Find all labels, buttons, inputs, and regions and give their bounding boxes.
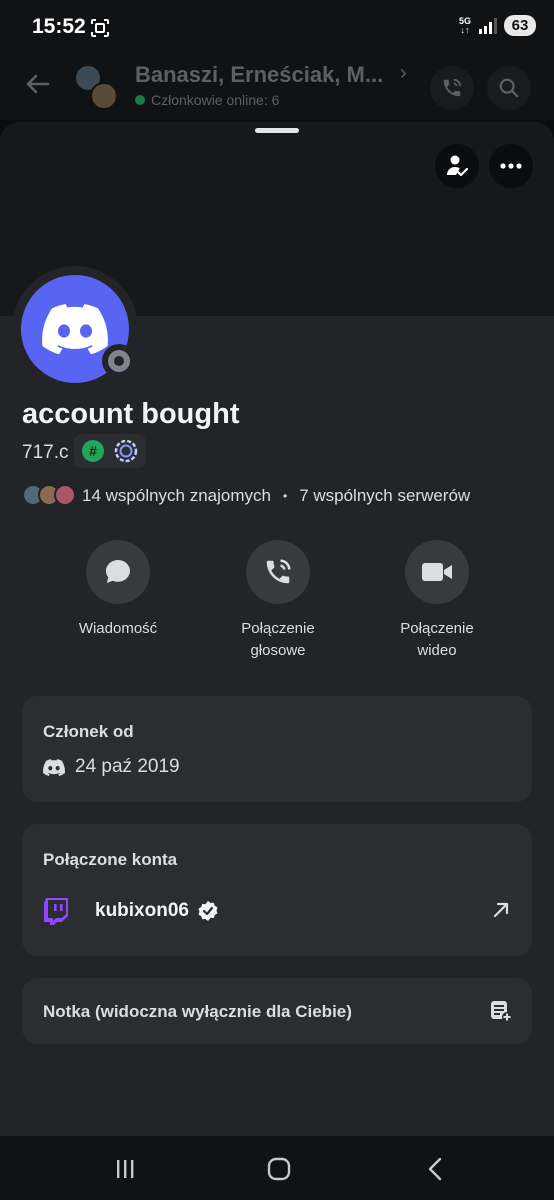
profile-sheet: account bought 717.c # 14 wspólnych znaj… bbox=[0, 122, 554, 1136]
back-button[interactable] bbox=[420, 1154, 450, 1184]
display-name: account bought bbox=[22, 398, 240, 430]
phone-icon bbox=[266, 559, 291, 584]
battery-indicator: 63 bbox=[504, 15, 536, 36]
note-card[interactable]: Notka (widoczna wyłącznie dla Ciebie) bbox=[22, 978, 532, 1044]
recent-apps-icon bbox=[117, 1160, 134, 1178]
add-friend-button[interactable] bbox=[435, 144, 479, 188]
online-dot bbox=[135, 95, 145, 105]
add-note-icon[interactable] bbox=[490, 1000, 512, 1022]
status-bar: 15:52 5G ↓↑ 63 bbox=[0, 0, 554, 58]
connected-accounts-card: Połączone konta kubixon06 bbox=[22, 824, 532, 956]
username[interactable]: 717.c bbox=[22, 442, 68, 464]
back-icon bbox=[428, 1157, 442, 1181]
message-button-label: Wiadomość bbox=[78, 620, 158, 637]
avatar bbox=[90, 82, 118, 110]
video-call-button[interactable]: Połączenie wideo bbox=[367, 540, 507, 662]
home-icon bbox=[267, 1157, 291, 1181]
video-call-label: Połączenie wideo bbox=[400, 620, 474, 659]
separator: • bbox=[282, 489, 288, 503]
member-since-title: Członek od bbox=[43, 722, 134, 741]
video-camera-icon bbox=[422, 563, 452, 581]
voice-call-circle[interactable] bbox=[246, 540, 310, 604]
voice-call-button[interactable] bbox=[430, 66, 474, 110]
chat-header: Banaszi, Erneściak, M... › Członkowie on… bbox=[0, 58, 554, 120]
discord-logo-icon bbox=[43, 758, 65, 776]
system-nav-bar bbox=[0, 1136, 554, 1200]
voice-call-action-button[interactable]: Połączenie głosowe bbox=[208, 540, 348, 662]
video-call-circle[interactable] bbox=[405, 540, 469, 604]
connected-account-name: kubixon06 bbox=[95, 900, 189, 921]
connected-accounts-title: Połączone konta bbox=[43, 850, 178, 869]
member-since-card: Członek od 24 paź 2019 bbox=[22, 696, 532, 802]
add-friend-icon bbox=[447, 155, 469, 177]
chat-title[interactable]: Banaszi, Erneściak, M... bbox=[135, 62, 393, 88]
mutual-friends[interactable]: 14 wspólnych znajomych bbox=[82, 486, 271, 506]
group-avatars[interactable] bbox=[74, 64, 124, 112]
offline-status-icon bbox=[108, 350, 130, 372]
verified-icon bbox=[198, 901, 218, 921]
signal-icon bbox=[479, 17, 497, 34]
message-button-circle[interactable] bbox=[86, 540, 150, 604]
chat-bubble-icon bbox=[106, 560, 130, 583]
status-indicator bbox=[102, 344, 136, 378]
phone-call-icon bbox=[443, 78, 462, 97]
home-button[interactable] bbox=[264, 1154, 294, 1184]
external-link-icon[interactable] bbox=[491, 900, 511, 920]
screenshot-icon bbox=[91, 19, 109, 37]
mutual-avatars bbox=[22, 484, 78, 508]
twitch-icon bbox=[44, 898, 68, 925]
discord-logo-icon bbox=[42, 304, 108, 354]
online-members-text: Członkowie online: 6 bbox=[151, 92, 280, 108]
back-arrow-icon[interactable] bbox=[24, 70, 52, 98]
chevron-right-icon: › bbox=[400, 62, 407, 84]
mutual-servers[interactable]: 7 wspólnych serwerów bbox=[299, 486, 470, 506]
member-since-date: 24 paź 2019 bbox=[75, 756, 180, 777]
voice-call-label: Połączenie głosowe bbox=[241, 620, 315, 659]
hashtag-badge[interactable]: # bbox=[82, 440, 104, 462]
avatar bbox=[54, 484, 76, 506]
network-type: 5G ↓↑ bbox=[458, 15, 471, 35]
note-label[interactable]: Notka (widoczna wyłącznie dla Ciebie) bbox=[43, 1002, 352, 1022]
connected-account-row[interactable]: kubixon06 bbox=[43, 896, 511, 926]
more-icon bbox=[500, 163, 522, 169]
status-time: 15:52 bbox=[32, 15, 86, 38]
online-members: Członkowie online: 6 bbox=[135, 92, 279, 108]
nitro-badge[interactable] bbox=[114, 439, 138, 463]
search-button[interactable] bbox=[487, 66, 531, 110]
sheet-grabber[interactable] bbox=[255, 128, 299, 133]
mutual-info[interactable]: 14 wspólnych znajomych • 7 wspólnych ser… bbox=[22, 484, 470, 508]
badge-list: # bbox=[74, 434, 146, 468]
message-button[interactable]: Wiadomość bbox=[48, 540, 188, 640]
profile-avatar[interactable] bbox=[12, 266, 138, 392]
more-button[interactable] bbox=[489, 144, 533, 188]
search-icon bbox=[499, 78, 519, 98]
recent-apps-button[interactable] bbox=[110, 1154, 140, 1184]
member-since-row: 24 paź 2019 bbox=[43, 756, 180, 778]
